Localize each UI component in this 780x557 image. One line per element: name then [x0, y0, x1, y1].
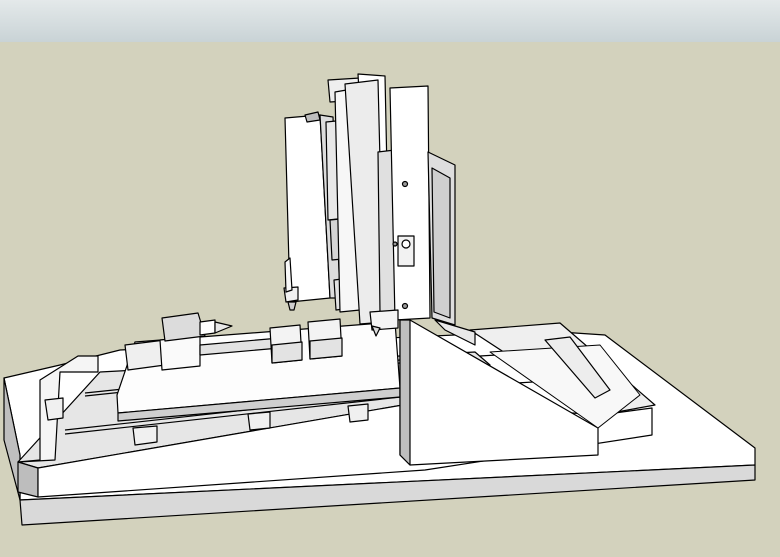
column-plates	[327, 73, 456, 326]
cnc-machine-3d-model[interactable]	[0, 0, 780, 557]
model-viewport[interactable]	[0, 0, 780, 557]
